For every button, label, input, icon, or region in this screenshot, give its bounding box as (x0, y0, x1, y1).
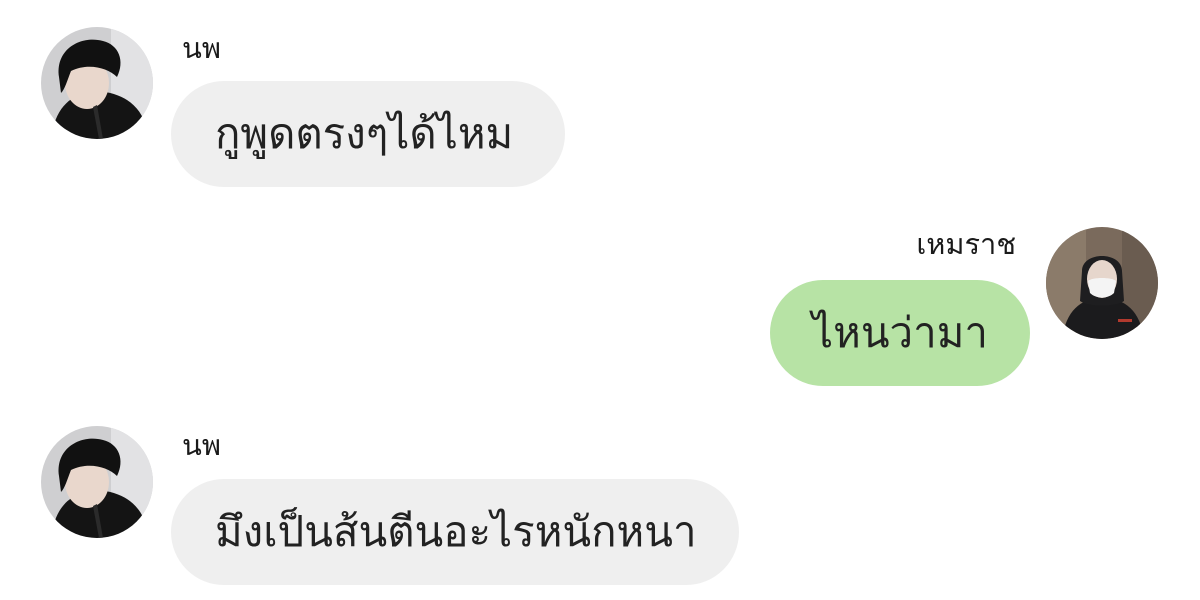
message-bubble-outgoing[interactable]: ไหนว่ามา (770, 280, 1030, 386)
sender-name: นพ (182, 31, 221, 65)
user-avatar-icon[interactable] (41, 27, 153, 139)
sender-name: เหมราช (916, 227, 1016, 261)
user-avatar-icon[interactable] (1046, 227, 1158, 339)
message-bubble-incoming[interactable]: กูพูดตรงๆได้ไหม (171, 81, 565, 187)
message-bubble-incoming[interactable]: มึงเป็นส้นตีนอะไรหนักหนา (171, 479, 739, 585)
chat-thread: นพ กูพูดตรงๆได้ไหม เหมราช ไหนว่ามา นพ มึ… (0, 0, 1200, 600)
user-avatar-icon[interactable] (41, 426, 153, 538)
sender-name: นพ (182, 428, 221, 462)
